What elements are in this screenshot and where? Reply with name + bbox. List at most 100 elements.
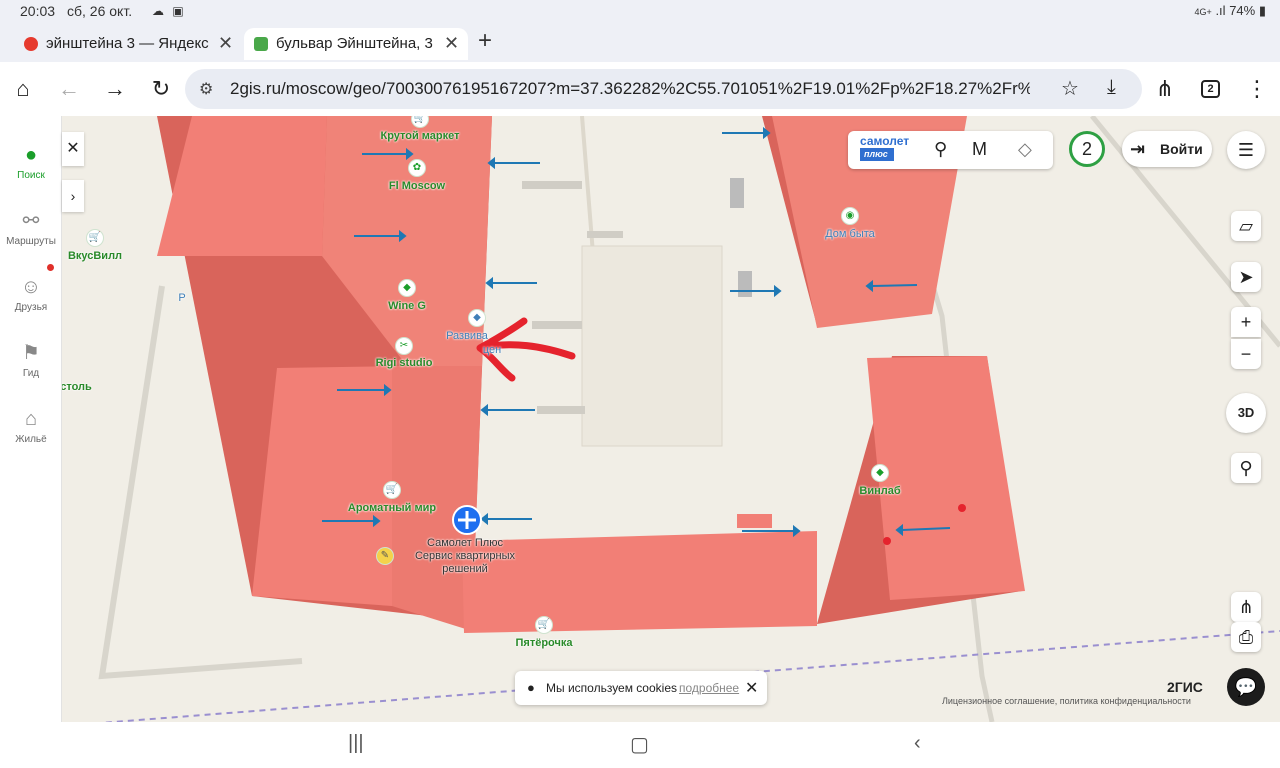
poi-label-partial[interactable]: столь — [62, 381, 92, 393]
poi-label[interactable]: ВкусВилл — [68, 250, 122, 262]
parked-car — [738, 271, 752, 297]
2gis-favicon-icon — [254, 37, 268, 51]
flower-icon[interactable]: ✿ — [408, 159, 426, 177]
poi-label-partial[interactable]: Развива — [446, 330, 488, 342]
zoom-in-button[interactable]: + — [1231, 307, 1261, 337]
friends-count-badge[interactable]: 2 — [1069, 131, 1105, 167]
my-location-icon[interactable]: ➤ — [1231, 262, 1261, 292]
pin-icon[interactable]: ✎ — [376, 547, 394, 565]
samolet-plus-banner[interactable]: самолет плюс ⚲ M ◇ — [848, 131, 1053, 169]
sidebar-item-label: Жильё — [15, 434, 47, 445]
poi-label[interactable]: Пятёрочка — [515, 637, 572, 649]
sidebar-item-label: Гид — [22, 368, 40, 379]
scissors-icon[interactable]: ✂ — [395, 337, 413, 355]
sidebar-item-housing[interactable]: ⌂ Жильё — [0, 408, 62, 445]
building-roof — [737, 514, 772, 528]
home-icon[interactable]: ⌂ — [10, 76, 36, 102]
parking — [532, 321, 582, 329]
map-graphics — [98, 116, 1280, 722]
poi-label[interactable]: Крутой маркет — [380, 130, 459, 142]
selected-place-name: Самолет Плюс — [427, 537, 503, 549]
battery-level: 74% — [1229, 3, 1256, 18]
wine-icon[interactable]: ◆ — [398, 279, 416, 297]
parking — [587, 231, 623, 238]
chat-icon[interactable]: 💬 — [1227, 668, 1265, 706]
close-tab-icon[interactable]: ✕ — [218, 33, 233, 54]
cookie-close-button[interactable]: ✕ — [745, 678, 758, 698]
courtyard — [581, 245, 723, 447]
expand-panel-button[interactable]: › — [62, 180, 84, 212]
zoom-out-button[interactable]: − — [1231, 339, 1261, 369]
status-right: 4G+ .ıl 74% ▮ — [1195, 3, 1266, 19]
metro-icon[interactable]: M — [972, 139, 987, 160]
download-icon[interactable]: ⤓ — [1107, 76, 1116, 99]
url-text[interactable]: 2gis.ru/moscow/geo/70030076195167207?m=3… — [230, 79, 1030, 99]
bookmark-star-icon[interactable]: ☆ — [1061, 76, 1079, 101]
close-tab-icon[interactable]: ✕ — [444, 33, 459, 54]
ruler-icon[interactable]: ▱ — [1231, 211, 1261, 241]
tab-yandex[interactable]: эйнштейна 3 — Яндекс ✕ — [14, 28, 240, 60]
poi-label-partial[interactable]: цен — [483, 344, 501, 356]
back-nav-icon[interactable]: ‹ — [914, 732, 921, 755]
shop-icon[interactable]: 🛒 — [383, 481, 401, 499]
search-leaf-icon: ● — [24, 144, 38, 166]
sidebar-item-guide[interactable]: ⚑ Гид — [0, 342, 62, 379]
sidebar-item-routes[interactable]: ⚯ Маршруты — [0, 210, 62, 247]
map-canvas[interactable]: 🛒 Крутой маркет ✿ Fl Moscow 🛒 ВкусВилл ◆… — [62, 116, 1280, 722]
building-roof — [252, 366, 402, 606]
reload-icon[interactable]: ↻ — [148, 76, 174, 102]
forward-icon[interactable]: → — [102, 76, 128, 102]
poi-label[interactable]: Ароматный мир — [348, 502, 436, 514]
poi-label[interactable]: Дом быта — [825, 228, 875, 240]
tab-strip: эйнштейна 3 — Яндекс ✕ бульвар Эйнштейна… — [0, 24, 1280, 62]
tab-title: бульвар Эйнштейна, 3 – — [276, 35, 436, 52]
3d-toggle-button[interactable]: 3D — [1226, 393, 1266, 433]
sidebar-item-search[interactable]: ● Поиск — [0, 144, 62, 181]
education-icon[interactable]: ◆ — [468, 309, 486, 327]
friends-icon: ☺ — [20, 276, 42, 298]
red-marker — [883, 537, 891, 545]
map-pin-icon[interactable]: ⚲ — [1231, 453, 1261, 483]
2gis-logo: 2ГИС — [1167, 679, 1203, 695]
poi-label[interactable]: Wine G — [388, 300, 426, 312]
flag-icon: ⚑ — [22, 342, 40, 364]
shop-icon[interactable]: 🛒 — [86, 229, 104, 247]
site-settings-icon[interactable]: ⚙ — [199, 79, 213, 99]
close-panel-button[interactable]: ✕ — [62, 132, 84, 166]
poi-label[interactable]: Fl Moscow — [389, 180, 445, 192]
cookie-message: Мы используем cookies — [546, 681, 677, 695]
share-icon[interactable]: ⋔ — [1152, 76, 1178, 102]
poi-label[interactable]: Rigi studio — [376, 357, 433, 369]
sidebar-item-friends[interactable]: ☺ Друзья — [0, 276, 62, 313]
recent-apps-icon[interactable]: ||| — [348, 732, 364, 755]
login-button[interactable]: ⇥ Войти — [1122, 131, 1212, 167]
map-menu-button[interactable]: ☰ — [1227, 131, 1265, 169]
poi-label[interactable]: Винлаб — [859, 485, 900, 497]
service-icon[interactable]: ◉ — [841, 207, 859, 225]
shop-icon[interactable]: 🛒 — [535, 616, 553, 634]
parking — [522, 181, 582, 189]
cloud-icon: ☁ — [152, 4, 164, 18]
url-bar[interactable]: ⚙ 2gis.ru/moscow/geo/70030076195167207?m… — [185, 69, 1142, 109]
sidebar: ● Поиск ⚯ Маршруты ☺ Друзья ⚑ Гид ⌂ Жиль… — [0, 116, 62, 722]
selected-place-label[interactable]: Самолет Плюс Сервис квартирных решений — [415, 537, 515, 576]
tab-switcher-button[interactable]: 2 — [1201, 80, 1220, 98]
cookie-more-link[interactable]: подробнее — [679, 681, 739, 695]
login-icon: ⇥ — [1130, 139, 1146, 159]
wine-icon[interactable]: ◆ — [871, 464, 889, 482]
login-label: Войти — [1160, 141, 1203, 157]
print-icon[interactable]: ⎙ — [1231, 622, 1261, 652]
cookie-icon: ● — [527, 680, 535, 695]
selected-place-desc: решений — [442, 563, 488, 575]
realty-icon[interactable]: ⚲ — [934, 139, 947, 160]
license-link[interactable]: Лицензионное соглашение, политика конфид… — [942, 696, 1191, 706]
share-map-icon[interactable]: ⋔ — [1231, 592, 1261, 622]
back-icon[interactable]: ← — [56, 76, 82, 102]
new-tab-button[interactable]: + — [478, 27, 492, 55]
browser-menu-icon[interactable]: ⋮ — [1244, 76, 1270, 102]
home-nav-icon[interactable]: ▢ — [630, 732, 649, 757]
tab-2gis[interactable]: бульвар Эйнштейна, 3 – ✕ — [244, 28, 468, 60]
red-marker — [958, 504, 966, 512]
layers-icon[interactable]: ◇ — [1018, 139, 1032, 160]
parking-label: Р — [178, 292, 186, 304]
